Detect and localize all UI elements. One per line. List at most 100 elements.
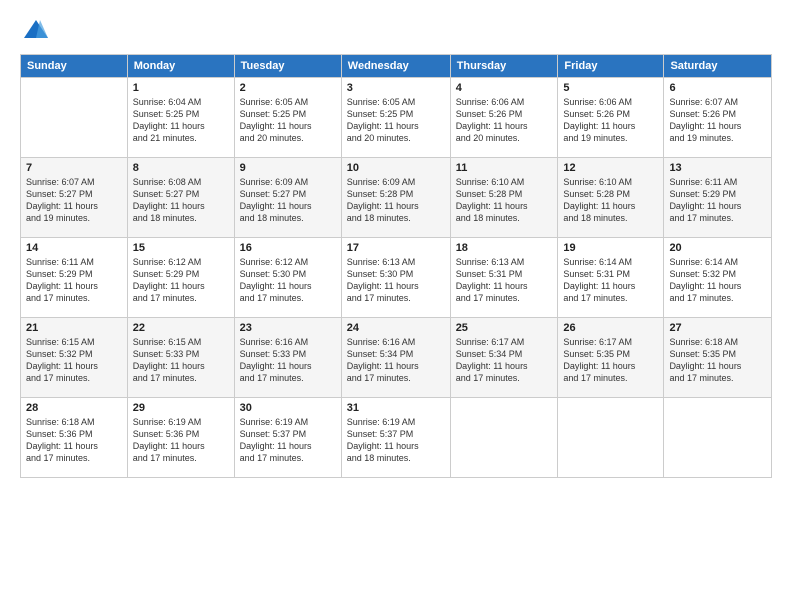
day-number: 16 xyxy=(240,242,336,254)
calendar-cell: 27Sunrise: 6:18 AM Sunset: 5:35 PM Dayli… xyxy=(664,318,772,398)
calendar-cell: 28Sunrise: 6:18 AM Sunset: 5:36 PM Dayli… xyxy=(21,398,128,478)
calendar-cell: 6 Sunrise: 6:07 AM Sunset: 5:26 PM Daylig… xyxy=(664,78,772,158)
day-number: 30 xyxy=(240,402,336,414)
logo xyxy=(20,16,50,44)
calendar-cell: 12 Sunrise: 6:10 AM Sunset: 5:28 PM Dayli… xyxy=(558,158,664,238)
calendar-cell: 1 Sunrise: 6:04 AM Sunset: 5:25 PM Daylig… xyxy=(127,78,234,158)
day-info: Sunrise: 6:14 AM Sunset: 5:31 PM Dayligh… xyxy=(563,256,658,305)
day-info: Sunrise: 6:08 AM Sunset: 5:27 PM Dayligh… xyxy=(133,176,229,225)
calendar-cell: 10 Sunrise: 6:09 AM Sunset: 5:28 PM Dayli… xyxy=(341,158,450,238)
calendar-cell: 19 Sunrise: 6:14 AM Sunset: 5:31 PM Dayli… xyxy=(558,238,664,318)
day-number: 15 xyxy=(133,242,229,254)
day-info: Sunrise: 6:10 AM Sunset: 5:28 PM Dayligh… xyxy=(563,176,658,225)
day-number: 10 xyxy=(347,162,445,174)
day-info: Sunrise: 6:16 AM Sunset: 5:34 PM Dayligh… xyxy=(347,336,445,385)
day-info: Sunrise: 6:12 AM Sunset: 5:29 PM Dayligh… xyxy=(133,256,229,305)
day-info: Sunrise: 6:11 AM Sunset: 5:29 PM Dayligh… xyxy=(669,176,766,225)
calendar-cell: 8 Sunrise: 6:08 AM Sunset: 5:27 PM Daylig… xyxy=(127,158,234,238)
day-info: Sunrise: 6:07 AM Sunset: 5:27 PM Dayligh… xyxy=(26,176,122,225)
calendar-cell: 26 Sunrise: 6:17 AM Sunset: 5:35 PM Dayli… xyxy=(558,318,664,398)
day-info: Sunrise: 6:15 AM Sunset: 5:33 PM Dayligh… xyxy=(133,336,229,385)
calendar-cell: 20 Sunrise: 6:14 AM Sunset: 5:32 PM Dayli… xyxy=(664,238,772,318)
day-number: 7 xyxy=(26,162,122,174)
day-number: 31 xyxy=(347,402,445,414)
day-number: 26 xyxy=(563,322,658,334)
header xyxy=(20,16,772,44)
calendar-week-5: 28Sunrise: 6:18 AM Sunset: 5:36 PM Dayli… xyxy=(21,398,772,478)
day-info: Sunrise: 6:05 AM Sunset: 5:25 PM Dayligh… xyxy=(240,96,336,145)
day-info: Sunrise: 6:04 AM Sunset: 5:25 PM Dayligh… xyxy=(133,96,229,145)
day-info: Sunrise: 6:18 AM Sunset: 5:35 PM Dayligh… xyxy=(669,336,766,385)
calendar-header-thursday: Thursday xyxy=(450,55,558,78)
calendar-cell: 3 Sunrise: 6:05 AM Sunset: 5:25 PM Daylig… xyxy=(341,78,450,158)
calendar-cell: 29 Sunrise: 6:19 AM Sunset: 5:36 PM Dayli… xyxy=(127,398,234,478)
logo-icon xyxy=(22,16,50,44)
day-number: 18 xyxy=(456,242,553,254)
day-number: 13 xyxy=(669,162,766,174)
calendar-cell xyxy=(450,398,558,478)
calendar-cell: 5 Sunrise: 6:06 AM Sunset: 5:26 PM Daylig… xyxy=(558,78,664,158)
day-info: Sunrise: 6:14 AM Sunset: 5:32 PM Dayligh… xyxy=(669,256,766,305)
day-number: 12 xyxy=(563,162,658,174)
day-number: 11 xyxy=(456,162,553,174)
day-number: 5 xyxy=(563,82,658,94)
calendar-cell xyxy=(558,398,664,478)
day-number: 17 xyxy=(347,242,445,254)
day-info: Sunrise: 6:05 AM Sunset: 5:25 PM Dayligh… xyxy=(347,96,445,145)
calendar-week-4: 21Sunrise: 6:15 AM Sunset: 5:32 PM Dayli… xyxy=(21,318,772,398)
day-number: 22 xyxy=(133,322,229,334)
calendar-cell: 13 Sunrise: 6:11 AM Sunset: 5:29 PM Dayli… xyxy=(664,158,772,238)
day-number: 8 xyxy=(133,162,229,174)
calendar-week-2: 7 Sunrise: 6:07 AM Sunset: 5:27 PM Daylig… xyxy=(21,158,772,238)
calendar-week-3: 14 Sunrise: 6:11 AM Sunset: 5:29 PM Dayli… xyxy=(21,238,772,318)
calendar-header-saturday: Saturday xyxy=(664,55,772,78)
day-info: Sunrise: 6:15 AM Sunset: 5:32 PM Dayligh… xyxy=(26,336,122,385)
calendar-header-wednesday: Wednesday xyxy=(341,55,450,78)
day-number: 3 xyxy=(347,82,445,94)
calendar-cell: 22 Sunrise: 6:15 AM Sunset: 5:33 PM Dayli… xyxy=(127,318,234,398)
calendar-cell: 21Sunrise: 6:15 AM Sunset: 5:32 PM Dayli… xyxy=(21,318,128,398)
calendar-cell: 23Sunrise: 6:16 AM Sunset: 5:33 PM Dayli… xyxy=(234,318,341,398)
day-info: Sunrise: 6:06 AM Sunset: 5:26 PM Dayligh… xyxy=(456,96,553,145)
calendar-cell: 7 Sunrise: 6:07 AM Sunset: 5:27 PM Daylig… xyxy=(21,158,128,238)
calendar-header-tuesday: Tuesday xyxy=(234,55,341,78)
day-number: 14 xyxy=(26,242,122,254)
day-info: Sunrise: 6:09 AM Sunset: 5:28 PM Dayligh… xyxy=(347,176,445,225)
day-info: Sunrise: 6:07 AM Sunset: 5:26 PM Dayligh… xyxy=(669,96,766,145)
day-number: 4 xyxy=(456,82,553,94)
day-info: Sunrise: 6:17 AM Sunset: 5:34 PM Dayligh… xyxy=(456,336,553,385)
day-number: 9 xyxy=(240,162,336,174)
calendar-cell: 4 Sunrise: 6:06 AM Sunset: 5:26 PM Daylig… xyxy=(450,78,558,158)
day-info: Sunrise: 6:11 AM Sunset: 5:29 PM Dayligh… xyxy=(26,256,122,305)
day-number: 1 xyxy=(133,82,229,94)
calendar-cell: 11 Sunrise: 6:10 AM Sunset: 5:28 PM Dayli… xyxy=(450,158,558,238)
day-number: 19 xyxy=(563,242,658,254)
calendar-cell: 30Sunrise: 6:19 AM Sunset: 5:37 PM Dayli… xyxy=(234,398,341,478)
day-number: 25 xyxy=(456,322,553,334)
day-info: Sunrise: 6:17 AM Sunset: 5:35 PM Dayligh… xyxy=(563,336,658,385)
calendar-header-row: SundayMondayTuesdayWednesdayThursdayFrid… xyxy=(21,55,772,78)
calendar-cell: 16Sunrise: 6:12 AM Sunset: 5:30 PM Dayli… xyxy=(234,238,341,318)
day-number: 2 xyxy=(240,82,336,94)
day-info: Sunrise: 6:09 AM Sunset: 5:27 PM Dayligh… xyxy=(240,176,336,225)
day-info: Sunrise: 6:10 AM Sunset: 5:28 PM Dayligh… xyxy=(456,176,553,225)
day-info: Sunrise: 6:06 AM Sunset: 5:26 PM Dayligh… xyxy=(563,96,658,145)
calendar-cell xyxy=(664,398,772,478)
day-number: 29 xyxy=(133,402,229,414)
day-number: 24 xyxy=(347,322,445,334)
day-number: 6 xyxy=(669,82,766,94)
calendar-cell: 24 Sunrise: 6:16 AM Sunset: 5:34 PM Dayli… xyxy=(341,318,450,398)
calendar-cell: 31Sunrise: 6:19 AM Sunset: 5:37 PM Dayli… xyxy=(341,398,450,478)
calendar-table: SundayMondayTuesdayWednesdayThursdayFrid… xyxy=(20,54,772,478)
calendar-header-monday: Monday xyxy=(127,55,234,78)
calendar-cell: 25 Sunrise: 6:17 AM Sunset: 5:34 PM Dayli… xyxy=(450,318,558,398)
calendar-cell: 18Sunrise: 6:13 AM Sunset: 5:31 PM Dayli… xyxy=(450,238,558,318)
calendar-cell: 2 Sunrise: 6:05 AM Sunset: 5:25 PM Daylig… xyxy=(234,78,341,158)
day-number: 23 xyxy=(240,322,336,334)
day-info: Sunrise: 6:19 AM Sunset: 5:36 PM Dayligh… xyxy=(133,416,229,465)
calendar-header-friday: Friday xyxy=(558,55,664,78)
calendar-cell: 14 Sunrise: 6:11 AM Sunset: 5:29 PM Dayli… xyxy=(21,238,128,318)
day-number: 28 xyxy=(26,402,122,414)
day-info: Sunrise: 6:13 AM Sunset: 5:30 PM Dayligh… xyxy=(347,256,445,305)
day-number: 20 xyxy=(669,242,766,254)
